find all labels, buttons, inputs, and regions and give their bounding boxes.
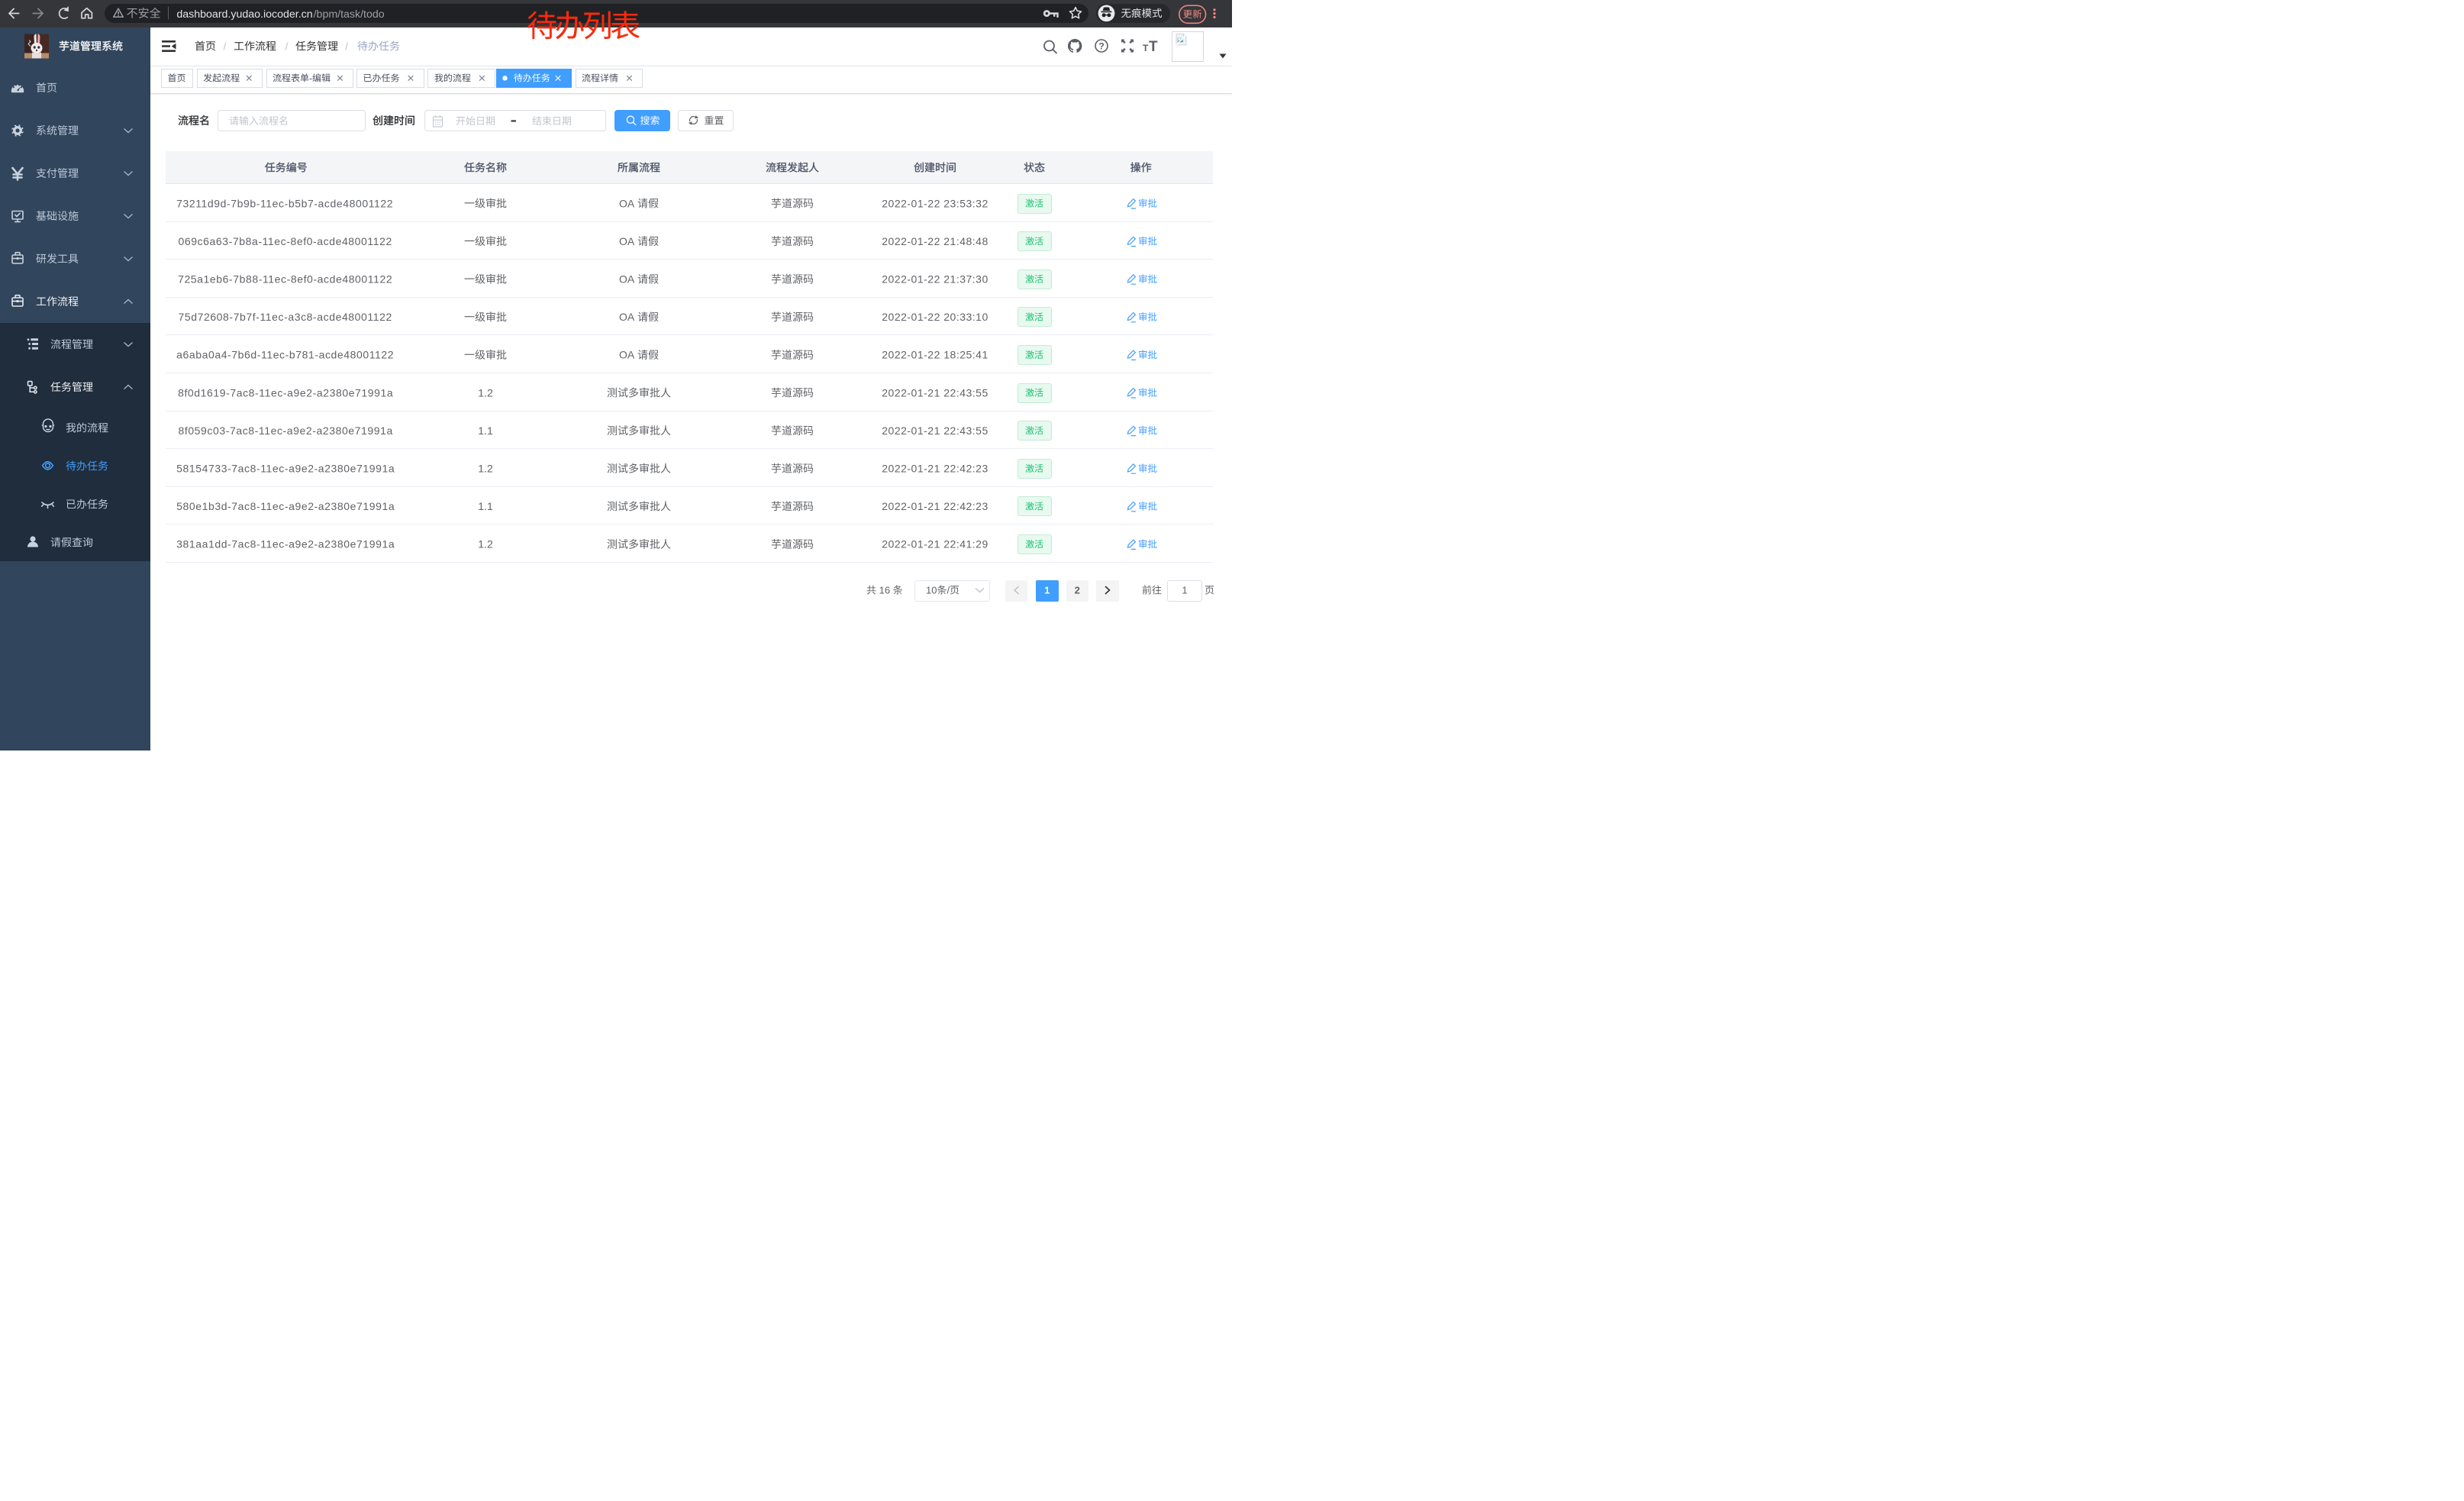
svg-text:8f059c03-7ac8-11ec-a9e2-a2380e: 8f059c03-7ac8-11ec-a9e2-a2380e71991a [178, 424, 392, 437]
svg-text:2022-01-21: 2022-01-21 [882, 500, 940, 512]
svg-text:73211d9d-7b9b-11ec-b5b7-acde48: 73211d9d-7b9b-11ec-b5b7-acde48001122 [176, 197, 393, 209]
svg-text:1.2: 1.2 [478, 386, 493, 399]
svg-text:22:43:55: 22:43:55 [943, 424, 989, 437]
svg-text:069c6a63-7b8a-11ec-8ef0-acde48: 069c6a63-7b8a-11ec-8ef0-acde48001122 [178, 235, 392, 247]
svg-text:2022-01-21: 2022-01-21 [882, 424, 940, 437]
svg-text:58154733-7ac8-11ec-a9e2-a2380e: 58154733-7ac8-11ec-a9e2-a2380e71991a [176, 463, 395, 475]
svg-text:OA: OA [619, 197, 635, 209]
svg-text:75d72608-7b7f-11ec-a3c8-acde48: 75d72608-7b7f-11ec-a3c8-acde48001122 [178, 311, 392, 323]
svg-text:20:33:10: 20:33:10 [943, 311, 989, 323]
svg-text:OA: OA [619, 311, 635, 323]
svg-text:1.1: 1.1 [478, 500, 493, 512]
svg-text:1.1: 1.1 [478, 424, 493, 437]
svg-text:2022-01-21: 2022-01-21 [882, 463, 940, 475]
svg-text:1.2: 1.2 [478, 463, 493, 475]
svg-text:21:37:30: 21:37:30 [943, 273, 989, 286]
svg-text:2022-01-21: 2022-01-21 [882, 538, 940, 550]
svg-text:OA: OA [619, 235, 635, 247]
svg-text:16: 16 [879, 584, 890, 596]
svg-text:21:48:48: 21:48:48 [943, 235, 989, 247]
svg-text:22:41:29: 22:41:29 [943, 538, 989, 550]
svg-text:2022-01-22: 2022-01-22 [882, 273, 940, 286]
svg-text:22:43:55: 22:43:55 [943, 386, 989, 399]
svg-text:OA: OA [619, 349, 635, 361]
svg-text:2022-01-22: 2022-01-22 [882, 235, 940, 247]
svg-text:2022-01-22: 2022-01-22 [882, 311, 940, 323]
svg-text:a6aba0a4-7b6d-11ec-b781-acde48: a6aba0a4-7b6d-11ec-b781-acde48001122 [176, 349, 394, 361]
svg-text:580e1b3d-7ac8-11ec-a9e2-a2380e: 580e1b3d-7ac8-11ec-a9e2-a2380e71991a [176, 500, 395, 512]
svg-text:2022-01-21: 2022-01-21 [882, 386, 940, 399]
svg-text:8f0d1619-7ac8-11ec-a9e2-a2380e: 8f0d1619-7ac8-11ec-a9e2-a2380e71991a [178, 386, 393, 399]
svg-text:2022-01-22: 2022-01-22 [882, 197, 940, 209]
svg-text:1.2: 1.2 [478, 538, 493, 550]
svg-text:381aa1dd-7ac8-11ec-a9e2-a2380e: 381aa1dd-7ac8-11ec-a9e2-a2380e71991a [176, 538, 395, 550]
svg-text:22:42:23: 22:42:23 [943, 463, 989, 475]
svg-text:22:42:23: 22:42:23 [943, 500, 989, 512]
svg-text:23:53:32: 23:53:32 [943, 197, 989, 209]
svg-text:2022-01-22: 2022-01-22 [882, 349, 940, 361]
svg-text:18:25:41: 18:25:41 [943, 349, 989, 361]
svg-text:725a1eb6-7b88-11ec-8ef0-acde48: 725a1eb6-7b88-11ec-8ef0-acde48001122 [178, 273, 392, 286]
svg-text:OA: OA [619, 273, 635, 286]
